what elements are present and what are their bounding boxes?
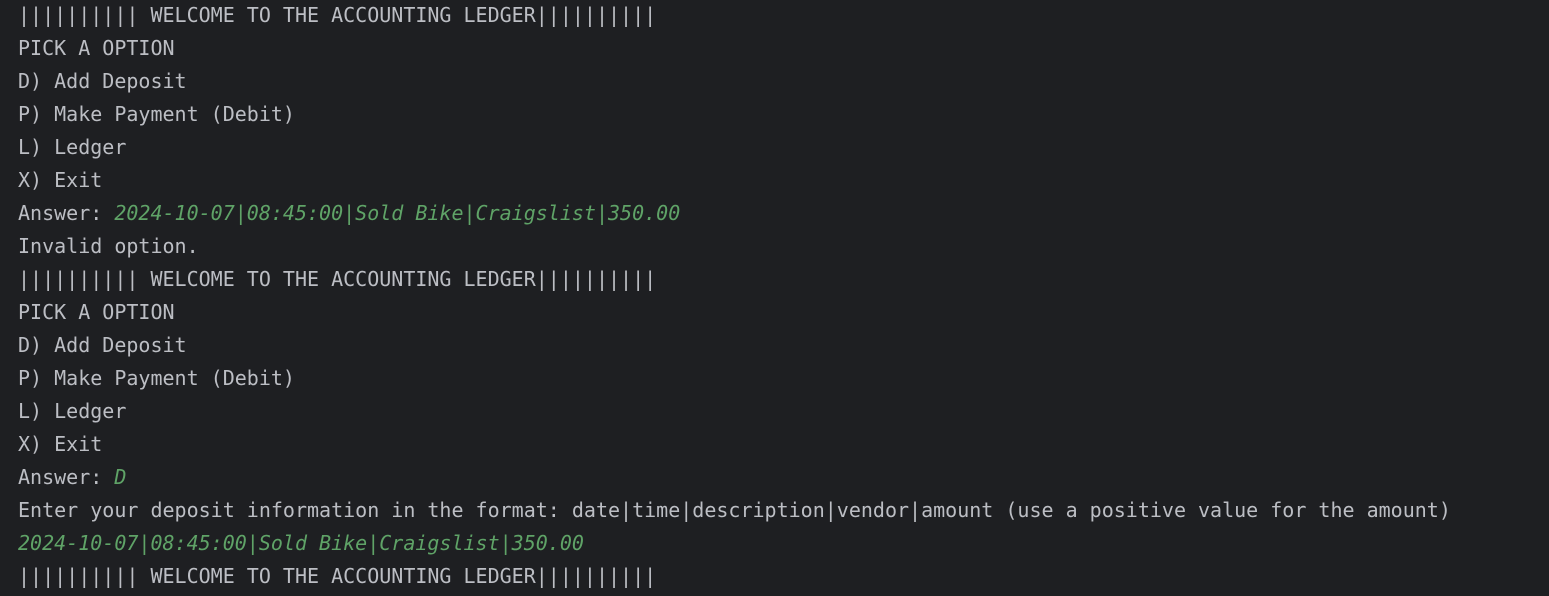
console-line: PICK A OPTION: [18, 33, 1549, 66]
console-line: 2024-10-07|08:45:00|Sold Bike|Craigslist…: [18, 528, 1549, 561]
output-text: |||||||||| WELCOME TO THE ACCOUNTING LED…: [18, 3, 657, 27]
output-text: L) Ledger: [18, 399, 127, 423]
console-line: Invalid option.: [18, 231, 1549, 264]
user-input-text: D: [114, 465, 127, 489]
console-line: D) Add Deposit: [18, 330, 1549, 363]
console-line: PICK A OPTION: [18, 297, 1549, 330]
output-text: PICK A OPTION: [18, 300, 175, 324]
output-text: |||||||||| WELCOME TO THE ACCOUNTING LED…: [18, 564, 657, 588]
console-line: L) Ledger: [18, 396, 1549, 429]
output-text: D) Add Deposit: [18, 333, 187, 357]
output-text: L) Ledger: [18, 135, 127, 159]
console-line: |||||||||| WELCOME TO THE ACCOUNTING LED…: [18, 0, 1549, 33]
console-line: X) Exit: [18, 165, 1549, 198]
output-text: X) Exit: [18, 432, 103, 456]
console-line: Answer: D: [18, 462, 1549, 495]
output-text: Invalid option.: [18, 234, 199, 258]
console-line: P) Make Payment (Debit): [18, 99, 1549, 132]
console-line: P) Make Payment (Debit): [18, 363, 1549, 396]
console-line: Enter your deposit information in the fo…: [18, 495, 1549, 528]
output-text: Enter your deposit information in the fo…: [18, 498, 1451, 522]
output-text: |||||||||| WELCOME TO THE ACCOUNTING LED…: [18, 267, 657, 291]
console-line: |||||||||| WELCOME TO THE ACCOUNTING LED…: [18, 264, 1549, 297]
console-line: D) Add Deposit: [18, 66, 1549, 99]
output-text: P) Make Payment (Debit): [18, 102, 295, 126]
output-text: D) Add Deposit: [18, 69, 187, 93]
user-input-text: 2024-10-07|08:45:00|Sold Bike|Craigslist…: [18, 531, 584, 555]
output-text: P) Make Payment (Debit): [18, 366, 295, 390]
console-line: |||||||||| WELCOME TO THE ACCOUNTING LED…: [18, 561, 1549, 594]
output-text: X) Exit: [18, 168, 103, 192]
console-line: X) Exit: [18, 429, 1549, 462]
run-console-output[interactable]: |||||||||| WELCOME TO THE ACCOUNTING LED…: [0, 0, 1549, 596]
output-text: Answer:: [18, 465, 115, 489]
output-text: Answer:: [18, 201, 115, 225]
user-input-text: 2024-10-07|08:45:00|Sold Bike|Craigslist…: [114, 201, 681, 225]
console-line: L) Ledger: [18, 132, 1549, 165]
console-line: Answer: 2024-10-07|08:45:00|Sold Bike|Cr…: [18, 198, 1549, 231]
output-text: PICK A OPTION: [18, 36, 175, 60]
